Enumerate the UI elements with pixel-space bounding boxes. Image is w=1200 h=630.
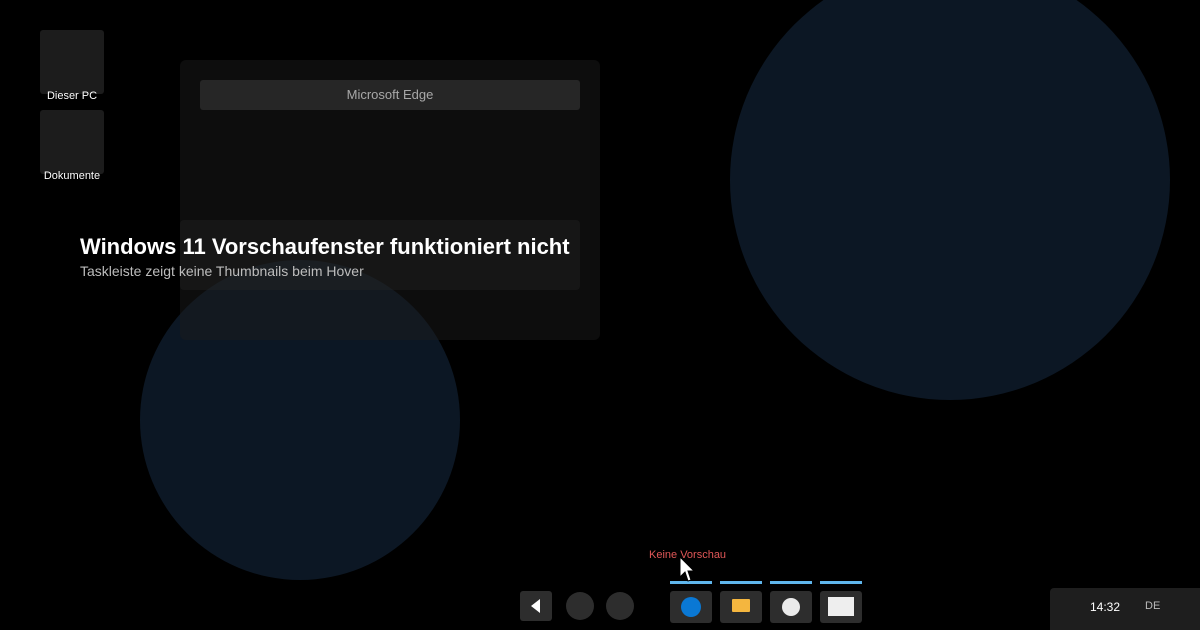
documents-folder-icon <box>40 110 104 174</box>
running-indicator <box>770 581 812 584</box>
search-button[interactable] <box>566 592 594 620</box>
window-title[interactable]: Microsoft Edge <box>200 80 580 110</box>
folder-icon <box>732 599 750 612</box>
computer-icon <box>40 30 104 94</box>
settings-icon <box>782 598 800 616</box>
mouse-pointer-icon <box>679 556 695 582</box>
clock[interactable]: 14:32 <box>1090 600 1120 614</box>
desktop: Dieser PC Dokumente Microsoft Edge Windo… <box>0 0 1200 630</box>
page-subtitle: Taskleiste zeigt keine Thumbnails beim H… <box>80 263 364 279</box>
desktop-icon-label: Dokumente <box>43 170 101 182</box>
wallpaper-shape <box>730 0 1170 400</box>
notepad-icon <box>828 597 854 616</box>
running-indicator <box>820 581 862 584</box>
taskbar-app-notepad[interactable] <box>820 581 862 623</box>
task-view-button[interactable] <box>606 592 634 620</box>
edge-window[interactable]: Microsoft Edge <box>180 60 600 340</box>
desktop-icon-this-pc[interactable]: Dieser PC <box>40 30 104 106</box>
desktop-icon-label: Dieser PC <box>46 90 98 102</box>
system-tray[interactable]: 14:32 DE <box>1050 588 1200 630</box>
start-arrow-icon <box>531 599 540 613</box>
running-indicator <box>720 581 762 584</box>
start-button[interactable] <box>520 591 552 621</box>
taskbar-app-explorer[interactable] <box>720 581 762 623</box>
language-indicator[interactable]: DE <box>1145 600 1160 612</box>
taskbar-app-edge[interactable] <box>670 581 712 623</box>
edge-icon <box>681 597 701 617</box>
page-title: Windows 11 Vorschaufenster funktioniert … <box>80 234 570 259</box>
taskbar-app-settings[interactable] <box>770 581 812 623</box>
desktop-icon-documents[interactable]: Dokumente <box>40 110 104 186</box>
